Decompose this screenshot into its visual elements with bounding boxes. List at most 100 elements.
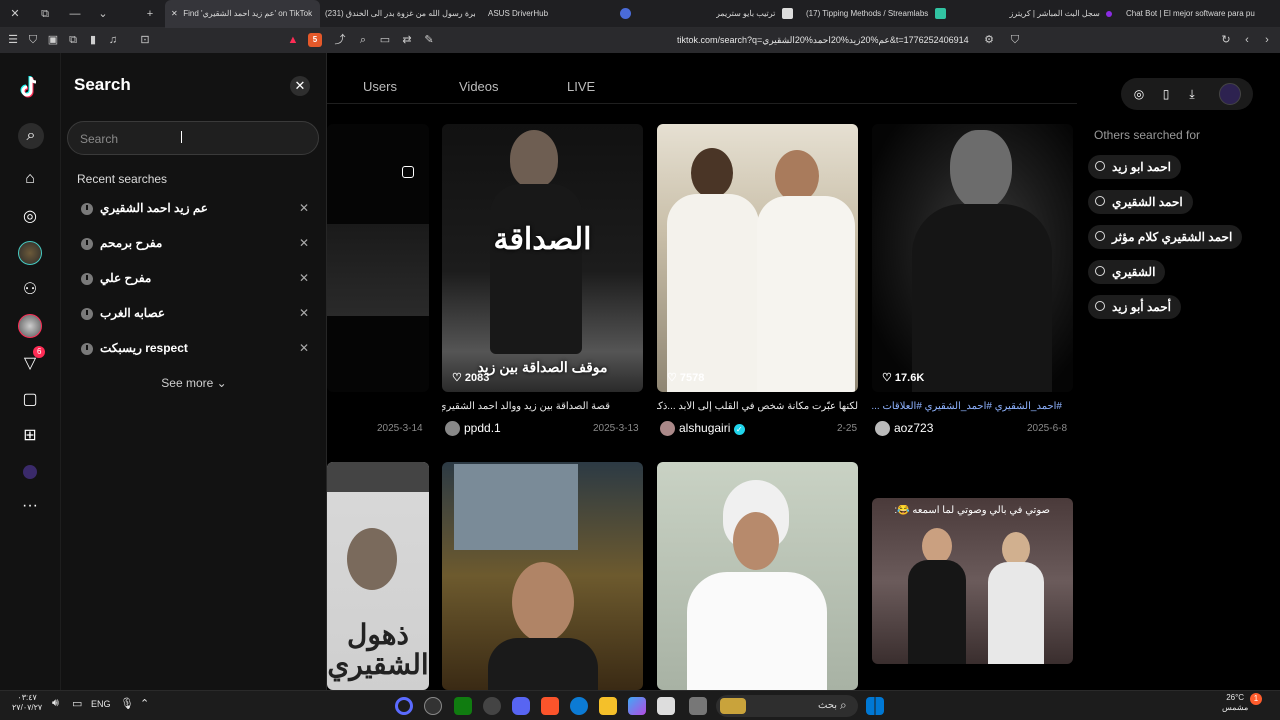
volume-icon[interactable]: 🔊︎ <box>52 697 59 710</box>
tray-chevron-icon[interactable]: ⌃ <box>140 697 149 710</box>
file-explorer-icon[interactable] <box>599 697 617 715</box>
rewards-triangle-icon[interactable]: ▲ <box>286 33 300 47</box>
tab-live[interactable]: LIVE <box>567 79 595 94</box>
close-window-icon[interactable]: ✕ <box>6 0 24 28</box>
remove-recent-icon[interactable]: ✕ <box>299 201 309 215</box>
tiktok-logo-icon[interactable] <box>18 75 42 99</box>
screenshot-icon[interactable]: ⊡ <box>138 33 152 47</box>
phone-icon[interactable]: ▯ <box>1158 86 1174 102</box>
tabs-icon[interactable]: ⧉ <box>66 33 80 47</box>
video-author[interactable]: aoz723 <box>875 421 933 437</box>
forward-icon[interactable]: › <box>1260 33 1274 47</box>
weather-widget[interactable]: 26°C مشمس <box>1222 693 1248 713</box>
inbox-icon[interactable]: ▽ 6 <box>18 346 46 375</box>
tab-youtube[interactable]: (231) سيرة رسول الله من غزوة بدر الى الخ… <box>325 0 475 28</box>
recent-search-item[interactable]: عصابه الغرب ✕ <box>77 302 317 326</box>
tab-users[interactable]: Users <box>363 79 397 94</box>
tab-crtz[interactable]: سجل البث المباشر | كريترز <box>1006 0 1116 28</box>
recent-search-item[interactable]: عم زيد احمد الشقيري ✕ <box>77 197 317 221</box>
site-settings-icon[interactable]: ⚙ <box>982 33 996 47</box>
search-page-icon[interactable]: ⌕ <box>356 33 370 47</box>
wallet-icon[interactable]: ▣ <box>46 33 60 47</box>
video-card[interactable]: الصداقة موقف الصداقة بين زيد ♡ 2083 <box>442 124 643 392</box>
video-author[interactable]: ppdd.1 <box>445 421 501 437</box>
search-icon[interactable]: ⌕ <box>18 123 44 149</box>
video-card[interactable]: ♡ 7578 <box>657 124 858 392</box>
video-description[interactable]: #احمد_الشقيري #أحمد_الشقيري #العلاقات ..… <box>872 401 1062 412</box>
suggestion-chip[interactable]: احمد ابو زيد <box>1088 155 1181 179</box>
upload-icon[interactable]: ⊞ <box>18 423 42 447</box>
tab-asus[interactable]: ASUS DriverHub <box>488 0 588 28</box>
notification-badge[interactable]: 1 <box>1250 693 1262 705</box>
network-icon[interactable]: ▭ <box>72 697 82 710</box>
following-avatar[interactable] <box>18 241 42 265</box>
remove-recent-icon[interactable]: ✕ <box>299 236 309 250</box>
microphone-icon[interactable]: 🎙︎ <box>120 697 134 710</box>
xbox-icon[interactable] <box>454 697 472 715</box>
friends-icon[interactable]: ⚇ <box>18 277 42 301</box>
suggestion-chip[interactable]: احمد الشقيري كلام مؤثر <box>1088 225 1243 249</box>
tab-videos[interactable]: Videos <box>459 79 499 94</box>
compass-icon[interactable]: ◎ <box>1131 86 1147 102</box>
edge-icon[interactable] <box>570 697 588 715</box>
clock[interactable]: ٠٣:٤٧ ٢٧/٠٧/٢٧ <box>12 693 42 713</box>
url-text[interactable]: tiktok.com/search?q=عم%20زيد%20احمد%20ال… <box>677 33 969 47</box>
video-description[interactable]: قصة الصداقة بين زيد ووالد احمد الشقيري..… <box>442 401 610 412</box>
app-icon[interactable] <box>395 697 413 715</box>
recent-search-item[interactable]: مفرح علي ✕ <box>77 267 317 291</box>
minimize-icon[interactable]: — <box>66 0 84 28</box>
taskbar-search[interactable]: بحث ⌕ <box>716 695 858 717</box>
settings-icon[interactable] <box>483 697 501 715</box>
close-search-button[interactable]: ✕ <box>290 76 310 96</box>
see-more-button[interactable]: See more ⌄ <box>61 376 327 390</box>
window-restore-icon[interactable]: ⧉ <box>36 0 54 28</box>
music-icon[interactable]: ♫ <box>106 33 120 47</box>
share-icon[interactable]: ⤴ <box>333 33 347 47</box>
back-icon[interactable]: ‹ <box>1240 33 1254 47</box>
home-icon[interactable]: ⌂ <box>18 167 42 191</box>
brave-shield-icon[interactable]: 5 <box>308 33 322 47</box>
tab-bio-streamer[interactable]: ترتيب بايو ستريمر <box>716 0 796 28</box>
user-avatar[interactable] <box>1219 83 1241 105</box>
more-dots-icon[interactable]: ··· <box>18 494 42 518</box>
video-card[interactable] <box>872 498 1073 664</box>
tab-close-icon[interactable]: ✕ <box>171 0 181 28</box>
suggestion-chip[interactable]: احمد الشقيري <box>1088 190 1193 214</box>
sidebar-menu-icon[interactable]: ☰ <box>6 33 20 47</box>
tab-active-tiktok[interactable]: ✕ Find 'عم زيد احمد الشقيري' on TikTok <box>165 0 320 28</box>
video-card[interactable]: ذهول الشقيري <box>327 462 429 690</box>
tab-streamlabs[interactable]: (17) Tipping Methods / Streamlabs <box>806 0 956 28</box>
shield-icon[interactable]: ⛉ <box>26 33 40 47</box>
tab-list-chevron-icon[interactable]: ⌄ <box>94 0 112 28</box>
video-card[interactable] <box>442 462 643 690</box>
profile-avatar[interactable] <box>18 460 42 484</box>
video-author[interactable]: alshugairi ✓ <box>660 421 745 437</box>
windows-start-icon[interactable] <box>866 697 884 715</box>
recent-search-item[interactable]: ريسبكت respect ✕ <box>77 337 317 361</box>
discord-icon[interactable] <box>512 697 530 715</box>
bookmark-icon[interactable]: ⛉ <box>1008 33 1022 47</box>
video-card[interactable] <box>657 462 858 690</box>
remove-recent-icon[interactable]: ✕ <box>299 271 309 285</box>
app-icon[interactable] <box>424 697 442 715</box>
download-icon[interactable]: ⤓ <box>1184 86 1200 102</box>
suggestion-chip[interactable]: أحمد أبو زيد <box>1088 295 1181 319</box>
new-tab-icon[interactable]: + <box>141 0 159 28</box>
search-box[interactable] <box>67 121 319 155</box>
search-input[interactable] <box>80 130 300 148</box>
messages-icon[interactable]: ▢ <box>18 387 42 411</box>
tab-pinned[interactable] <box>620 0 634 28</box>
task-view-icon[interactable] <box>689 697 707 715</box>
extension-icon[interactable]: ✎ <box>422 33 436 47</box>
explore-compass-icon[interactable]: ◎ <box>18 204 42 228</box>
sidebar-icon[interactable]: ▮ <box>86 33 100 47</box>
video-card[interactable]: ♡ 17.6K <box>872 124 1073 392</box>
video-description[interactable]: لكنها عبّرت مكانة شخص في القلب إلى الأبد… <box>657 401 858 412</box>
store-icon[interactable] <box>657 697 675 715</box>
tab-chatbot[interactable]: Chat Bot | El mejor software para pu <box>1126 0 1280 28</box>
recent-search-item[interactable]: مفرح برمحم ✕ <box>77 232 317 256</box>
reload-icon[interactable]: ↻ <box>1219 33 1233 47</box>
suggestion-chip[interactable]: الشقيري <box>1088 260 1166 284</box>
language-indicator[interactable]: ENG <box>91 699 111 709</box>
video-card[interactable] <box>327 124 429 392</box>
